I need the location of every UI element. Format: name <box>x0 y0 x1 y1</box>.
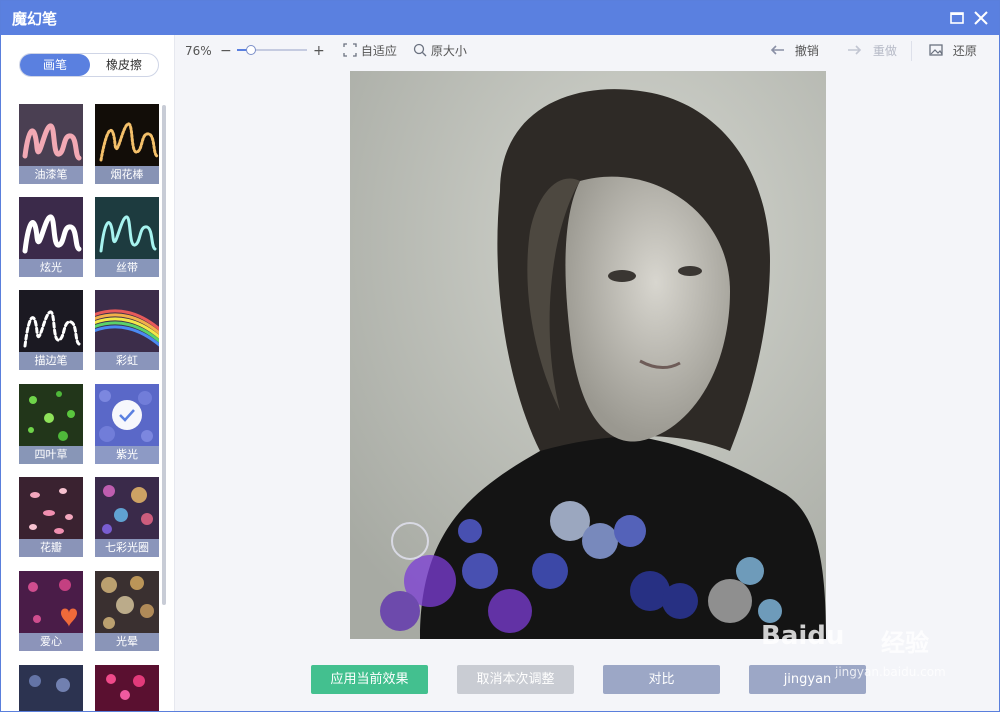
restore-label: 还原 <box>952 44 977 58</box>
brush-label: 描边笔 <box>19 352 83 370</box>
zoom-in-icon[interactable]: + <box>313 43 325 59</box>
brush-label: 七彩光圈 <box>95 539 159 557</box>
tab-brush[interactable]: 画笔 <box>20 54 90 76</box>
brush-rainbow-bokeh[interactable]: 七彩光圈 <box>95 477 159 557</box>
brush-clover[interactable]: 四叶草 <box>19 384 83 464</box>
redo-button[interactable]: 重做 <box>847 43 897 59</box>
brush-halo[interactable]: 光晕 <box>95 571 159 651</box>
undo-button[interactable]: 撤销 <box>769 43 819 59</box>
scrollbar-thumb[interactable] <box>162 105 166 605</box>
actual-size-button[interactable]: 原大小 <box>413 43 467 59</box>
apply-effect-button[interactable]: 应用当前效果 <box>311 665 428 694</box>
zoom-out-icon[interactable]: − <box>220 43 232 59</box>
restore-button[interactable]: 还原 <box>929 43 977 59</box>
brush-label: 丝带 <box>95 259 159 277</box>
compare-button[interactable]: 对比 <box>603 665 720 694</box>
toolbar-divider <box>911 41 912 61</box>
zoom-slider[interactable] <box>237 45 307 55</box>
fit-window-label: 自适应 <box>360 44 397 58</box>
fit-window-icon <box>343 43 357 57</box>
brush-heart[interactable]: 爱心 <box>19 571 83 651</box>
brush-outline-pen[interactable]: 描边笔 <box>19 290 83 370</box>
more-preview-1 <box>19 665 83 711</box>
brush-label: 紫光 <box>95 446 159 464</box>
brush-sidebar: 画笔 橡皮擦 油漆笔 烟花棒 炫光 丝带 描边笔 彩虹 四叶草 紫光 花瓣 七彩… <box>1 35 175 711</box>
magic-pen-window: 魔幻笔 画笔 橡皮擦 油漆笔 烟花棒 炫光 丝带 描边笔 彩虹 四叶草 紫光 花… <box>0 0 1000 712</box>
magnifier-icon <box>413 43 427 57</box>
cancel-adjust-button[interactable]: 取消本次调整 <box>457 665 574 694</box>
brush-label: 炫光 <box>19 259 83 277</box>
brush-sparkler[interactable]: 烟花棒 <box>95 104 159 184</box>
brush-petals[interactable]: 花瓣 <box>19 477 83 557</box>
redo-label: 重做 <box>872 44 897 58</box>
fit-window-button[interactable]: 自适应 <box>343 43 397 59</box>
window-title: 魔幻笔 <box>12 10 58 28</box>
brush-dazzle[interactable]: 炫光 <box>19 197 83 277</box>
zoom-slider-knob[interactable] <box>246 45 256 55</box>
close-icon[interactable] <box>971 8 991 28</box>
watermark-product: 经验 <box>881 629 929 657</box>
save-button[interactable]: jingyan <box>749 665 866 694</box>
portrait-photo <box>350 71 826 639</box>
tab-eraser[interactable]: 橡皮擦 <box>90 54 158 76</box>
brush-rainbow[interactable]: 彩虹 <box>95 290 159 370</box>
sidebar-scrollbar[interactable] <box>161 105 167 605</box>
brush-purple-light[interactable]: 紫光 <box>95 384 159 464</box>
brush-label: 彩虹 <box>95 352 159 370</box>
brush-label: 烟花棒 <box>95 166 159 184</box>
tool-switch: 画笔 橡皮擦 <box>19 53 159 77</box>
editor-toolbar: 76% − + 自适应 原大小 撤销 重做 还原 <box>177 35 999 65</box>
brush-label: 油漆笔 <box>19 166 83 184</box>
more-preview-2 <box>95 665 159 711</box>
brush-label: 光晕 <box>95 633 159 651</box>
brush-label: 四叶草 <box>19 446 83 464</box>
actual-size-label: 原大小 <box>430 44 467 58</box>
title-bar: 魔幻笔 <box>1 1 999 35</box>
undo-label: 撤销 <box>794 44 819 58</box>
brush-paint-pen[interactable]: 油漆笔 <box>19 104 83 184</box>
brush-more-1[interactable] <box>19 665 83 711</box>
brush-label: 爱心 <box>19 633 83 651</box>
brush-more-2[interactable] <box>95 665 159 711</box>
undo-arrow-icon <box>770 45 784 55</box>
redo-arrow-icon <box>848 45 862 55</box>
brush-label: 花瓣 <box>19 539 83 557</box>
selected-check-icon <box>112 400 142 430</box>
photo-canvas[interactable] <box>350 71 826 639</box>
zoom-value: 76% <box>185 44 212 58</box>
maximize-icon[interactable] <box>947 8 967 28</box>
brush-ribbon[interactable]: 丝带 <box>95 197 159 277</box>
image-icon <box>929 44 943 56</box>
